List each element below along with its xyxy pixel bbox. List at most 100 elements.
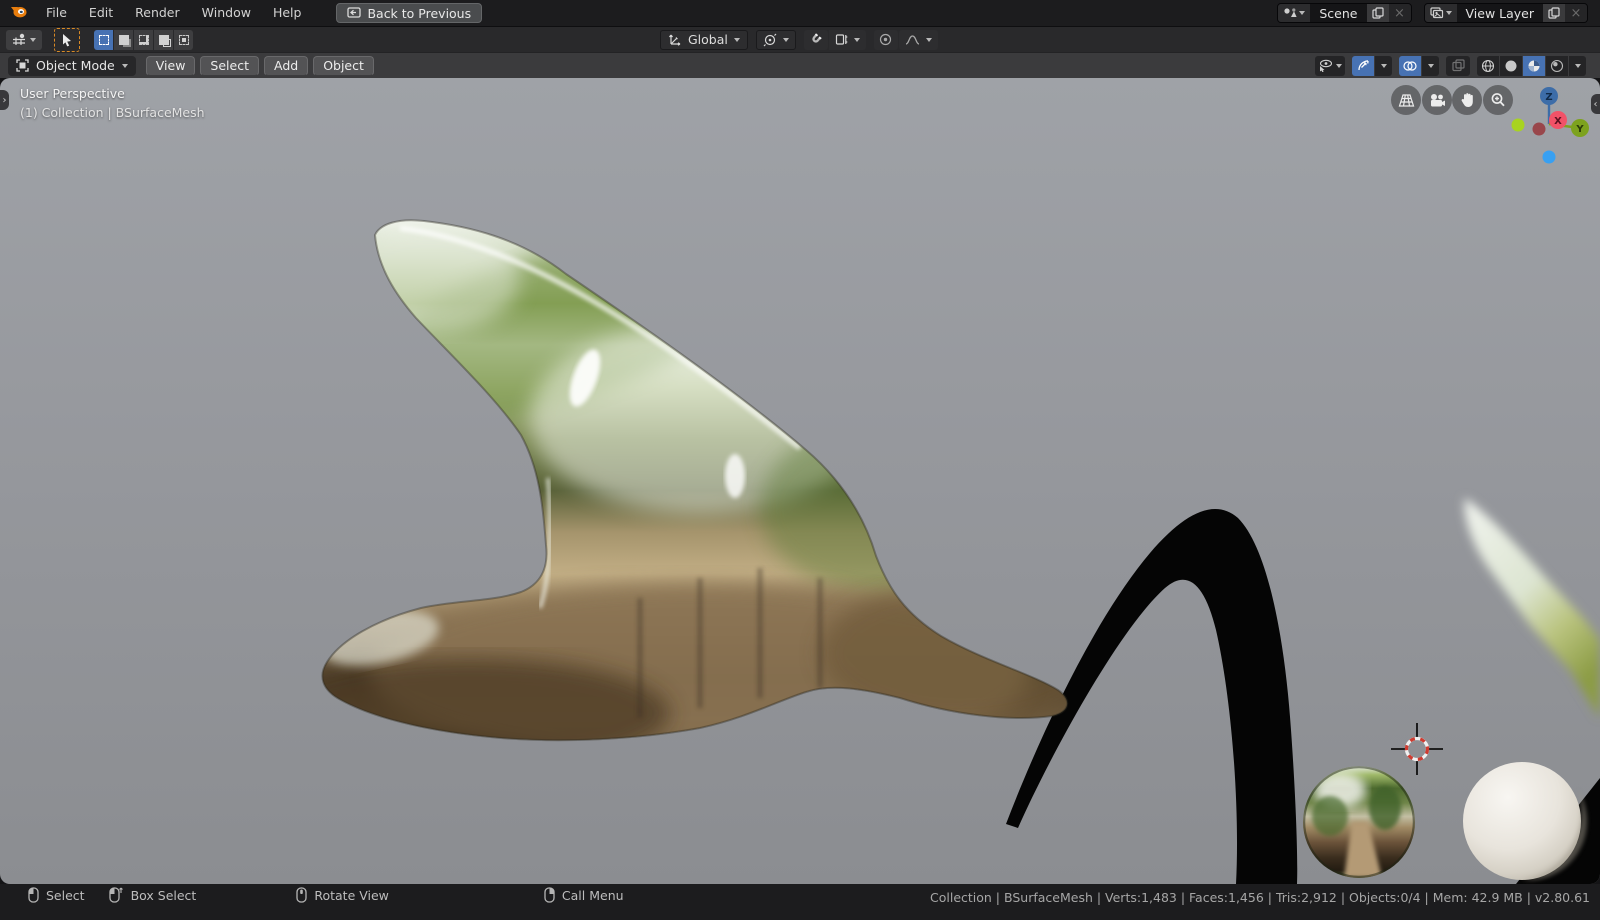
orientation-label: Global (688, 32, 728, 47)
proportional-editing-button[interactable] (873, 29, 898, 50)
scene-render (0, 192, 1600, 884)
view-layer-new-button[interactable] (1543, 4, 1565, 22)
hint-select: Select (28, 887, 85, 903)
overlays-dropdown[interactable] (1422, 55, 1439, 76)
xray-toggle[interactable] (1446, 55, 1470, 76)
axis-x-label: X (1554, 116, 1562, 127)
proportional-circle-icon (880, 33, 892, 46)
show-gizmo-toggle[interactable] (1352, 55, 1374, 76)
camera-icon (1430, 93, 1445, 106)
falloff-curve-icon (905, 34, 920, 45)
rendered-sphere-icon (1550, 59, 1564, 72)
chrome-mesh-object[interactable] (0, 192, 1100, 768)
axis-z-label: Z (1545, 92, 1552, 103)
hint-label: Call Menu (561, 887, 624, 903)
view-camera-button[interactable] (1422, 85, 1452, 115)
select-set-button[interactable] (94, 29, 113, 50)
select-intersect-button[interactable] (174, 29, 193, 50)
snap-target-dropdown[interactable] (828, 29, 866, 50)
transform-orientation-dropdown[interactable]: Global (660, 29, 748, 50)
mode-dropdown[interactable]: Object Mode (8, 55, 136, 76)
white-sphere-object[interactable] (1463, 762, 1587, 881)
scene-name[interactable]: Scene (1310, 4, 1367, 22)
active-object-breadcrumb: (1) Collection | BSurfaceMesh (20, 105, 205, 120)
scene-selector: Scene × (1277, 3, 1412, 23)
viewport-header: Object Mode View Select Add Object (0, 52, 1600, 78)
menu-file[interactable]: File (35, 0, 78, 26)
pivot-point-dropdown[interactable] (755, 29, 796, 50)
back-to-previous-button[interactable]: Back to Previous (336, 3, 483, 23)
menu-window[interactable]: Window (191, 0, 262, 26)
gizmo-dropdown[interactable] (1375, 55, 1392, 76)
axis-gizmo[interactable]: Z X Y (1500, 83, 1598, 173)
tweak-tool-button[interactable] (54, 27, 80, 52)
viewport-3d[interactable]: User Perspective (1) Collection | BSurfa… (0, 78, 1600, 884)
blender-logo-icon[interactable] (0, 4, 35, 22)
view-layer-icon (1429, 7, 1443, 19)
scene-statistics: Collection | BSurfaceMesh | Verts:1,483 … (930, 890, 1590, 905)
orientation-axes-icon (669, 34, 681, 46)
menu-add[interactable]: Add (263, 55, 309, 76)
menu-select[interactable]: Select (200, 55, 259, 76)
topbar: File Edit Render Window Help Back to Pre… (0, 0, 1600, 26)
gizmo-icon (1357, 60, 1369, 71)
select-subtract-button[interactable] (134, 29, 153, 50)
overlays-icon (1403, 60, 1417, 71)
shading-material-button[interactable] (1523, 55, 1545, 76)
object-mode-icon (16, 59, 29, 72)
toolbar-expand-tab[interactable]: › (0, 90, 9, 110)
menu-object[interactable]: Object (313, 55, 374, 76)
shading-rendered-button[interactable] (1546, 55, 1568, 76)
menu-help[interactable]: Help (262, 0, 313, 26)
falloff-dropdown[interactable] (898, 29, 938, 50)
view-name-label: User Perspective (20, 86, 125, 101)
view-layer-browse-button[interactable] (1424, 4, 1457, 22)
hint-label: Select (46, 887, 85, 903)
select-invert-button[interactable] (154, 29, 173, 50)
axis-neg-z-ball[interactable] (1542, 150, 1556, 164)
snap-increment-icon (835, 34, 848, 45)
hand-icon (1461, 93, 1473, 107)
mode-label: Object Mode (36, 58, 115, 73)
blurred-plant-stem (1464, 498, 1600, 718)
pivot-icon (763, 33, 777, 46)
hint-rotate-view: Rotate View (296, 887, 389, 903)
menu-view[interactable]: View (145, 55, 196, 76)
shading-wireframe-button[interactable] (1477, 55, 1499, 76)
show-overlays-toggle[interactable] (1399, 55, 1421, 76)
cursor-3d[interactable] (1391, 723, 1443, 775)
menu-edit[interactable]: Edit (78, 0, 124, 26)
view-layer-remove-button[interactable]: × (1565, 4, 1587, 22)
snap-toggle-button[interactable] (803, 29, 828, 50)
back-label: Back to Previous (367, 5, 472, 21)
copy-icon (1371, 7, 1384, 19)
perspective-grid-icon (1398, 93, 1414, 107)
hint-box-select: Box Select (108, 887, 196, 903)
cursor-arrow-icon (63, 33, 71, 46)
mirror-sphere-object[interactable] (1303, 766, 1415, 878)
shading-mode-group (1477, 55, 1586, 76)
hint-label: Rotate View (314, 887, 389, 903)
axis-neg-x-ball[interactable] (1532, 122, 1546, 136)
select-extend-button[interactable] (114, 29, 133, 50)
scene-new-button[interactable] (1366, 4, 1389, 22)
back-icon (347, 6, 362, 21)
axis-y-label: Y (1575, 124, 1584, 135)
shading-solid-button[interactable] (1500, 55, 1522, 76)
scene-browse-button[interactable] (1278, 4, 1311, 22)
view-pan-button[interactable] (1452, 85, 1482, 115)
scene-icon (1284, 8, 1297, 17)
view-layer-name[interactable]: View Layer (1456, 4, 1543, 22)
active-tool-icon (13, 33, 25, 45)
material-sphere-icon (1528, 60, 1540, 71)
eye-cursor-icon (1319, 59, 1333, 72)
view-perspective-button[interactable] (1391, 85, 1421, 115)
status-bar: Select Box Select Rotate View Call Menu … (0, 884, 1600, 920)
scene-unlink-button[interactable]: × (1388, 4, 1411, 22)
xray-icon (1451, 59, 1465, 72)
menu-render[interactable]: Render (124, 0, 191, 26)
visibility-dropdown[interactable] (1315, 55, 1345, 76)
shading-dropdown[interactable] (1569, 55, 1586, 76)
axis-neg-y-ball[interactable] (1511, 118, 1525, 132)
tool-settings-dropdown[interactable] (6, 29, 42, 50)
